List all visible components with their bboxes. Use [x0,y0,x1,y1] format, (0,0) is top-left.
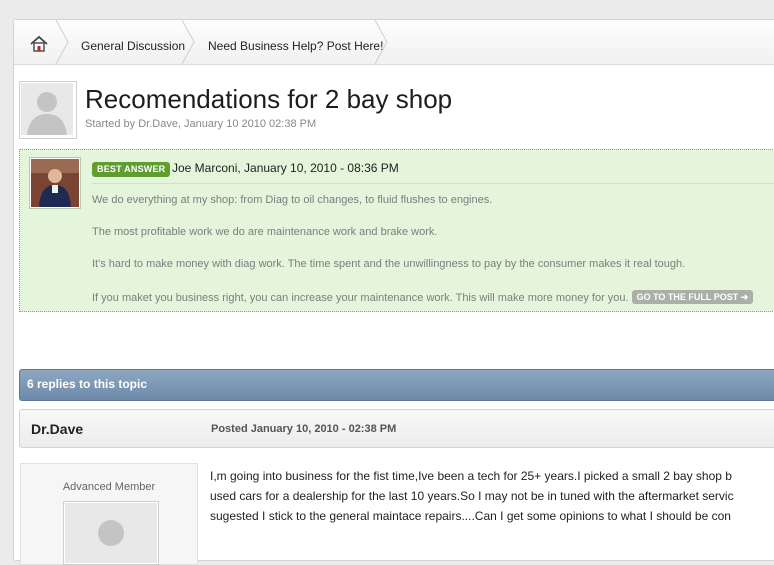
home-icon[interactable] [30,35,48,53]
breadcrumb: General Discussion Need Business Help? P… [14,20,774,65]
replies-count-bar: 6 replies to this topic [19,369,774,401]
best-answer-avatar[interactable] [29,157,81,209]
breadcrumb-separator [180,20,198,64]
member-avatar[interactable] [63,501,159,565]
best-answer-badge: BEST ANSWER [92,162,171,177]
post-body-line: I,m going into business for the fist tim… [210,469,732,483]
breadcrumb-separator [373,20,391,64]
best-answer-paragraph: The most profitable work we do are maint… [92,226,438,238]
post-body: I,m going into business for the fist tim… [210,466,774,526]
post-body-line: sugested I stick to the general maintace… [210,509,731,523]
best-answer-box: BEST ANSWER Joe Marconi, January 10, 201… [19,149,774,312]
post-body-line: used cars for a dealership for the last … [210,489,734,503]
default-avatar-icon [98,520,124,546]
post-date[interactable]: Posted January 10, 2010 - 02:38 PM [211,423,396,435]
divider [92,183,774,184]
forum-page: General Discussion Need Business Help? P… [13,19,774,565]
topic-starter-avatar[interactable] [19,81,77,139]
best-answer-paragraph-last: If you maket you business right, you can… [92,290,754,304]
breadcrumb-separator [54,20,72,64]
breadcrumb-item-business-help[interactable]: Need Business Help? Post Here! [208,20,383,64]
best-answer-author: Joe Marconi, January 10, 2010 - 08:36 PM [172,161,399,175]
breadcrumb-home[interactable] [30,20,52,64]
go-to-full-post-button[interactable]: GO TO THE FULL POST ➜ [631,290,754,304]
best-answer-paragraph: It's hard to make money with diag work. … [92,258,686,270]
best-answer-paragraph-text: If you maket you business right, you can… [92,292,629,304]
default-avatar-icon [27,92,67,135]
topic-started-by: Started by Dr.Dave, January 10 2010 02:3… [85,118,317,130]
post-header: Dr.Dave Posted January 10, 2010 - 02:38 … [19,409,774,448]
topic-title: Recomendations for 2 bay shop [85,84,453,114]
member-rank: Advanced Member [62,481,156,493]
breadcrumb-item-general-discussion[interactable]: General Discussion [81,20,185,64]
user-photo-icon [31,159,79,207]
best-answer-paragraph: We do everything at my shop: from Diag t… [92,194,493,206]
member-card: Advanced Member [20,463,198,565]
post-author-name[interactable]: Dr.Dave [31,421,83,437]
